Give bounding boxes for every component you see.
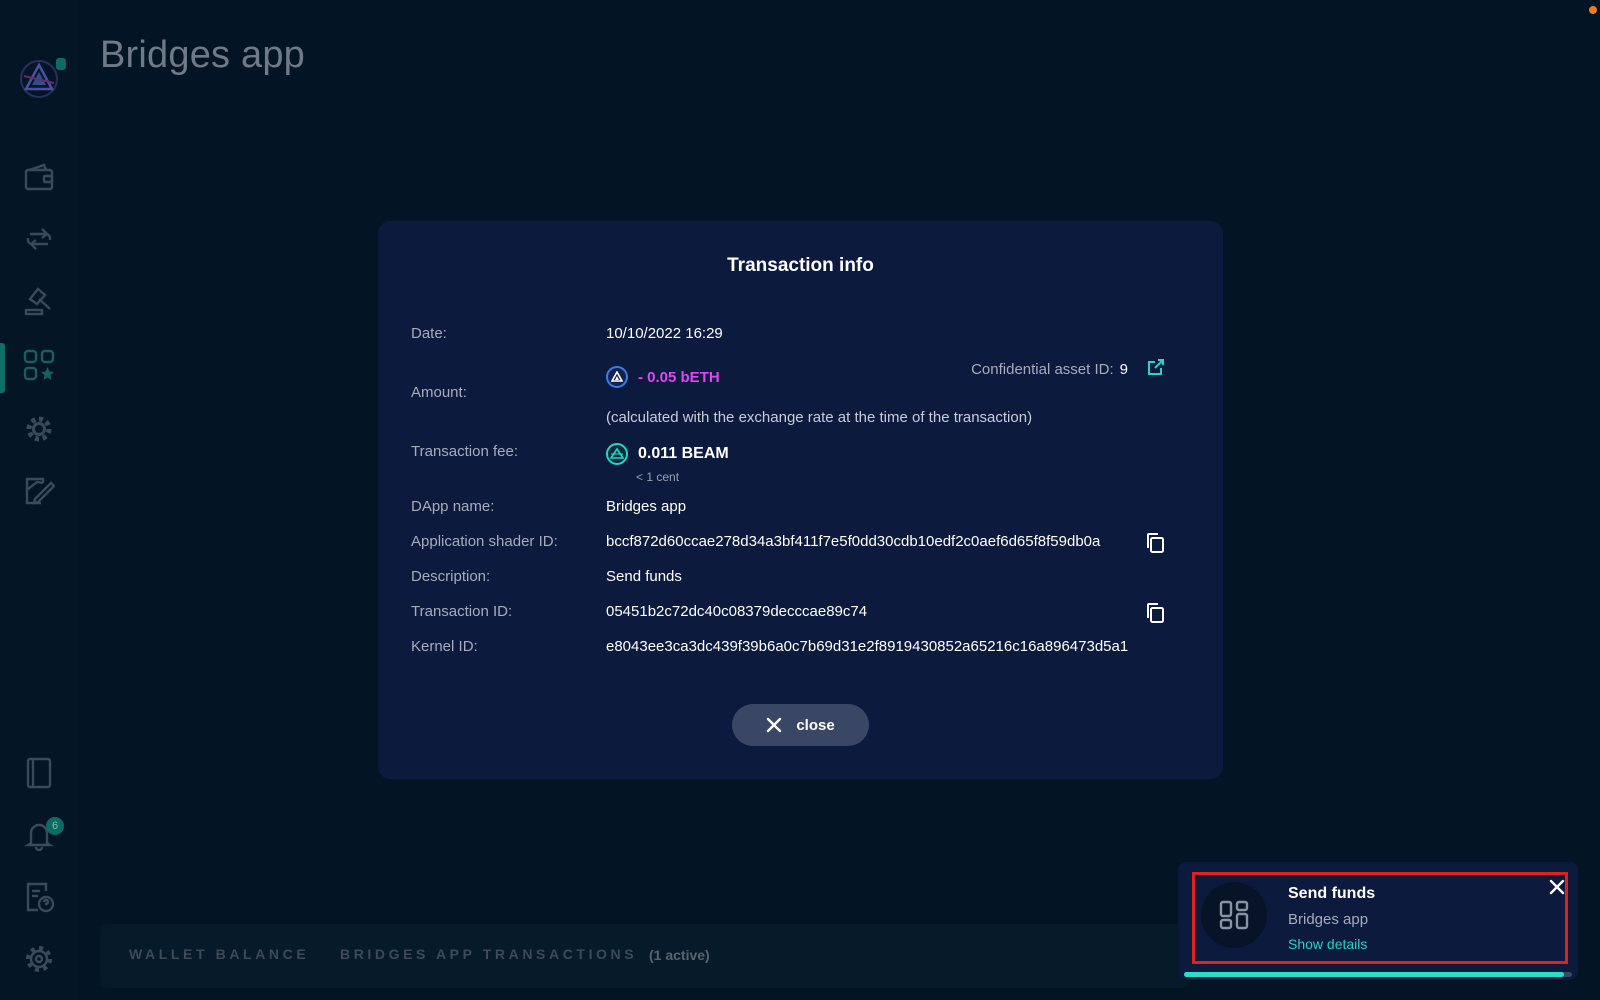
toast-title: Send funds	[1288, 885, 1376, 902]
transaction-id-value: 05451b2c72dc40c08379decccae89c74	[606, 603, 868, 620]
confidential-asset-id: Confidential asset ID: 9	[971, 361, 1128, 378]
fee-value: 0.011 BEAM	[638, 445, 729, 462]
dao-gavel-icon[interactable]	[22, 284, 56, 318]
cog-icon[interactable]	[22, 412, 56, 446]
notification-toast: Send funds Bridges app Show details	[1178, 862, 1578, 980]
close-button[interactable]: close	[732, 704, 869, 746]
wallet-icon[interactable]	[22, 160, 56, 194]
page-title: Bridges app	[100, 34, 306, 76]
fee-label: Transaction fee:	[411, 443, 518, 460]
external-link-icon[interactable]	[1147, 358, 1165, 376]
description-label: Description:	[411, 568, 491, 585]
asset-id-value: 9	[1119, 361, 1128, 378]
help-document-icon[interactable]	[22, 880, 56, 914]
tab-wallet-balance[interactable]: WALLET BALANCE	[129, 946, 309, 962]
copy-transaction-id-icon[interactable]	[1145, 602, 1165, 624]
fee-row: 0.011 BEAM	[606, 443, 729, 465]
description-value: Send funds	[606, 568, 682, 585]
date-label: Date:	[411, 325, 447, 342]
transaction-info-dialog: Transaction info Date: 10/10/2022 16:29 …	[378, 221, 1223, 779]
shader-id-value: bccf872d60ccae278d34a3bf411f7e5f0dd30cdb…	[606, 533, 1101, 550]
amount-note: (calculated with the exchange rate at th…	[606, 409, 1033, 426]
active-count: (1 active)	[649, 947, 710, 963]
beth-coin-icon	[606, 366, 628, 388]
amount-label: Amount:	[411, 384, 467, 401]
settings-gear-icon[interactable]	[22, 942, 56, 976]
transactions-icon[interactable]	[22, 222, 56, 256]
notifications-badge: 6	[46, 817, 64, 835]
dapp-name-value: Bridges app	[606, 498, 687, 515]
fee-fiat: < 1 cent	[636, 470, 680, 484]
dapp-icon	[1201, 882, 1267, 948]
show-details-link[interactable]: Show details	[1288, 936, 1367, 952]
toast-progress-fill	[1184, 972, 1565, 977]
status-dot	[1589, 6, 1597, 14]
beam-coin-icon	[606, 443, 628, 465]
dialog-title: Transaction info	[727, 255, 874, 276]
amount-row: - 0.05 bETH	[606, 366, 720, 388]
toast-subtitle: Bridges app	[1288, 911, 1369, 928]
asset-id-label: Confidential asset ID:	[971, 361, 1114, 378]
close-icon	[767, 717, 782, 733]
sidebar: 6	[0, 0, 78, 1000]
toast-close-icon[interactable]	[1548, 878, 1568, 898]
toast-progress-track	[1184, 972, 1572, 977]
lock-icon	[56, 58, 66, 70]
notes-icon[interactable]	[22, 756, 56, 790]
kernel-id-label: Kernel ID:	[411, 638, 478, 655]
active-indicator	[0, 343, 5, 393]
sign-document-icon[interactable]	[22, 474, 56, 508]
dapp-name-label: DApp name:	[411, 498, 495, 515]
amount-value: - 0.05 bETH	[638, 368, 720, 386]
shader-id-label: Application shader ID:	[411, 533, 558, 550]
transaction-id-label: Transaction ID:	[411, 603, 513, 620]
dapps-store-icon[interactable]	[22, 348, 56, 382]
copy-shader-id-icon[interactable]	[1145, 532, 1165, 554]
tab-bridges-app-transactions[interactable]: BRIDGES APP TRANSACTIONS	[340, 946, 637, 962]
date-value: 10/10/2022 16:29	[606, 325, 723, 342]
close-button-label: close	[796, 716, 835, 734]
kernel-id-value: e8043ee3ca3dc439f39b6a0c7b69d31e2f891943…	[606, 638, 1129, 655]
